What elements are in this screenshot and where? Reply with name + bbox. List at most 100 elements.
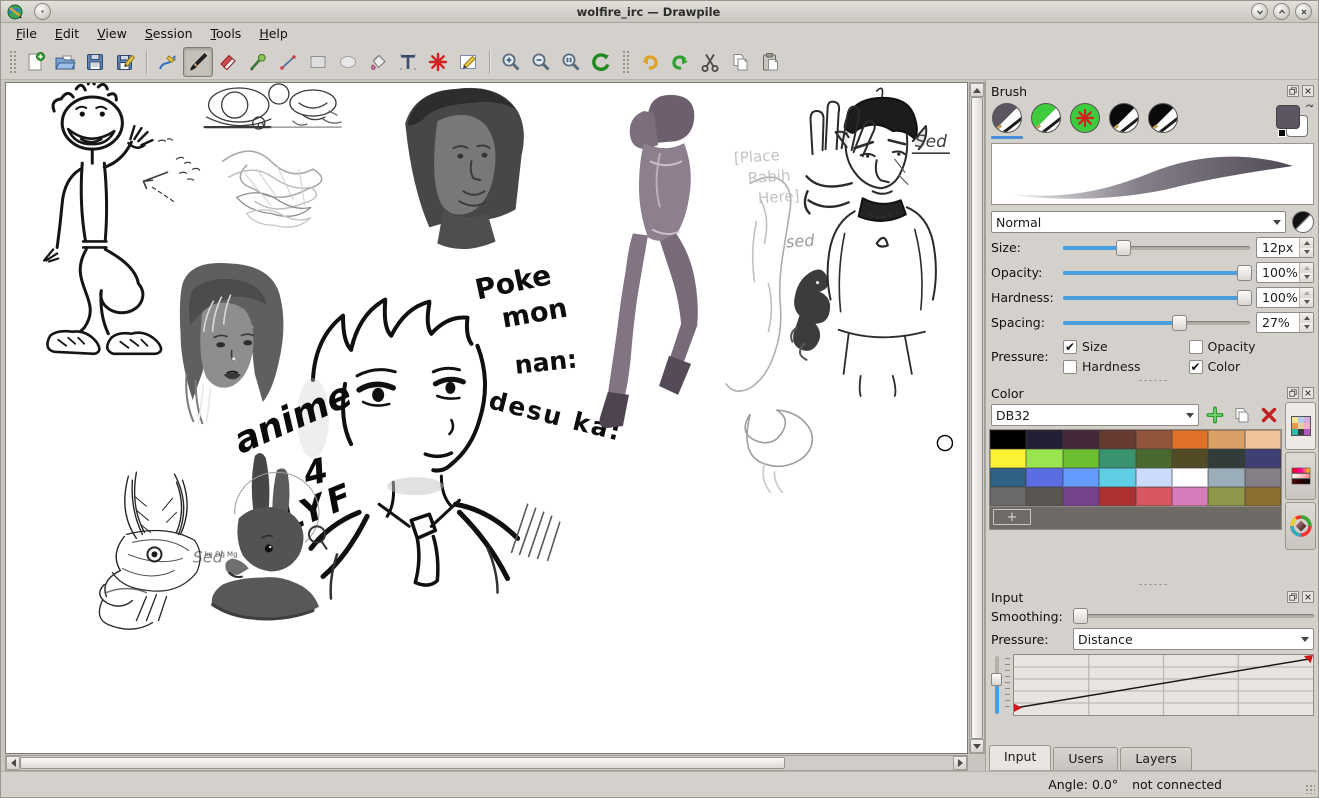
palette-swatch[interactable] [1172, 468, 1208, 487]
menu-edit[interactable]: Edit [46, 24, 88, 43]
pressure-size-checkbox[interactable]: ✔Size [1063, 339, 1189, 354]
float-panel-button[interactable] [1287, 591, 1299, 603]
menu-file[interactable]: File [7, 24, 46, 43]
tab-layers[interactable]: Layers [1120, 747, 1191, 770]
close-button[interactable] [1295, 3, 1312, 20]
paste-button[interactable] [755, 47, 785, 77]
palette-swatch[interactable] [990, 449, 1026, 468]
open-button[interactable] [50, 47, 80, 77]
opacity-spinbox[interactable]: 100% [1256, 262, 1314, 283]
color-picker-tool-button[interactable] [243, 47, 273, 77]
menu-help[interactable]: Help [250, 24, 297, 43]
rotate-reset-button[interactable] [586, 47, 616, 77]
sliders-tab[interactable] [1285, 452, 1316, 500]
pen-tool-button[interactable] [153, 47, 183, 77]
palette-swatch[interactable] [1063, 449, 1099, 468]
palette-swatch[interactable] [1172, 430, 1208, 449]
pressure-hardness-checkbox[interactable]: Hardness [1063, 359, 1189, 374]
close-panel-button[interactable] [1302, 387, 1314, 399]
pressure-color-checkbox[interactable]: ✔Color [1189, 359, 1315, 374]
palette-swatch[interactable] [990, 468, 1026, 487]
brush-preset-1[interactable] [991, 103, 1023, 139]
zoom-out-button[interactable] [526, 47, 556, 77]
rectangle-tool-button[interactable] [303, 47, 333, 77]
brush-preset-5[interactable] [1147, 103, 1179, 133]
canvas-vertical-scrollbar[interactable] [969, 82, 985, 754]
palette-swatch[interactable] [1208, 468, 1244, 487]
canvas[interactable]: Poke mon nan: desu ka: anime 4 LYF [5, 82, 968, 754]
delete-palette-button[interactable] [1258, 404, 1280, 426]
reset-colors-swatch[interactable] [1278, 129, 1286, 137]
toolbar-drag-handle[interactable] [9, 50, 16, 74]
palette-swatch[interactable] [1208, 487, 1244, 506]
titlebar[interactable]: wolfire_irc — Drawpile [1, 1, 1318, 23]
spin-down-button[interactable] [1300, 273, 1313, 283]
spin-up-button[interactable] [1300, 238, 1313, 248]
spin-down-button[interactable] [1300, 248, 1313, 258]
duplicate-palette-button[interactable] [1231, 404, 1253, 426]
palette-swatch[interactable] [1026, 487, 1062, 506]
palette-swatch[interactable] [1245, 487, 1281, 506]
palette-swatch[interactable] [1245, 449, 1281, 468]
palette-swatch[interactable] [1136, 468, 1172, 487]
smoothing-slider[interactable] [1073, 608, 1314, 624]
spin-up-button[interactable] [1300, 313, 1313, 323]
ellipse-tool-button[interactable] [333, 47, 363, 77]
cut-button[interactable] [695, 47, 725, 77]
palette-swatch[interactable] [1026, 430, 1062, 449]
resize-grip[interactable] [1305, 784, 1315, 794]
palette-swatch[interactable] [1172, 449, 1208, 468]
swap-colors-icon[interactable] [1304, 103, 1314, 113]
palette-swatch[interactable] [1099, 468, 1135, 487]
scroll-down-button[interactable] [970, 739, 984, 753]
spin-down-button[interactable] [1300, 323, 1313, 333]
text-tool-button[interactable] [393, 47, 423, 77]
opacity-slider[interactable] [1063, 265, 1250, 281]
copy-button[interactable] [725, 47, 755, 77]
palette-select[interactable]: DB32 [991, 404, 1199, 426]
hardness-slider[interactable] [1063, 290, 1250, 306]
palette-swatch[interactable] [1063, 487, 1099, 506]
zoom-in-button[interactable] [496, 47, 526, 77]
palette-swatch[interactable] [1245, 468, 1281, 487]
scroll-left-button[interactable] [6, 756, 20, 770]
scroll-right-button[interactable] [953, 756, 967, 770]
window-menu-button[interactable] [34, 3, 51, 20]
palette-swatch[interactable] [1026, 449, 1062, 468]
blend-mode-select[interactable]: Normal [991, 211, 1286, 233]
palette-swatch[interactable] [1208, 430, 1244, 449]
tab-input[interactable]: Input [989, 745, 1051, 770]
pressure-mode-select[interactable]: Distance [1073, 628, 1314, 650]
brush-preset-2[interactable] [1030, 103, 1062, 133]
hardness-spinbox[interactable]: 100% [1256, 287, 1314, 308]
maximize-button[interactable] [1273, 3, 1290, 20]
scroll-up-button[interactable] [970, 83, 984, 97]
zoom-reset-button[interactable] [556, 47, 586, 77]
spacing-spinbox[interactable]: 27% [1256, 312, 1314, 333]
palette-swatch[interactable] [1026, 468, 1062, 487]
minimize-button[interactable] [1251, 3, 1268, 20]
add-palette-button[interactable] [1204, 404, 1226, 426]
palette-swatch[interactable] [1136, 449, 1172, 468]
line-tool-button[interactable] [273, 47, 303, 77]
undo-button[interactable] [635, 47, 665, 77]
curve-vertical-slider[interactable] [991, 654, 1002, 716]
float-panel-button[interactable] [1287, 387, 1299, 399]
palette-swatch[interactable] [1245, 430, 1281, 449]
redo-button[interactable] [665, 47, 695, 77]
palette-swatch[interactable] [1099, 487, 1135, 506]
palette-swatch[interactable] [1099, 430, 1135, 449]
palette-swatch[interactable] [1172, 487, 1208, 506]
spacing-slider[interactable] [1063, 315, 1250, 331]
spin-up-button[interactable] [1300, 288, 1313, 298]
color-wheel-tab[interactable] [1285, 502, 1316, 550]
save-button[interactable] [80, 47, 110, 77]
palette-tab[interactable] [1285, 402, 1316, 450]
palette-swatch[interactable] [990, 487, 1026, 506]
pressure-opacity-checkbox[interactable]: Opacity [1189, 339, 1315, 354]
incremental-mode-indicator[interactable] [1292, 211, 1314, 233]
foreground-background-colors[interactable] [1274, 103, 1314, 139]
vertical-scroll-thumb[interactable] [971, 97, 983, 739]
float-panel-button[interactable] [1287, 85, 1299, 97]
add-color-button[interactable]: + [993, 509, 1031, 525]
